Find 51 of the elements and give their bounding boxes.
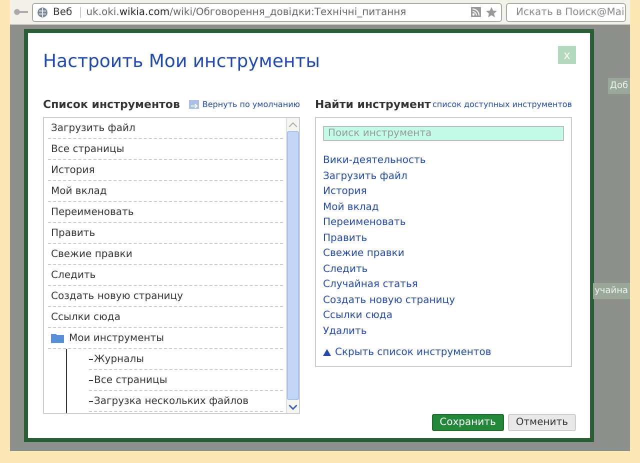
search-placeholder: Искать в Поиск@Mai	[516, 6, 624, 18]
reset-link[interactable]: Вернуть по умолчанию	[189, 100, 300, 109]
tool-item[interactable]: Следить	[48, 265, 283, 286]
scroll-up-icon[interactable]	[289, 122, 297, 126]
tool-link[interactable]: Случайная статья	[323, 277, 418, 292]
cancel-button[interactable]: Отменить	[508, 414, 576, 431]
tool-link[interactable]: Свежие правки	[323, 246, 404, 262]
scrollbar[interactable]	[286, 118, 299, 413]
section-heading: Найти инструмент	[315, 98, 431, 111]
tool-link[interactable]: Загрузить файл	[323, 168, 408, 184]
tool-link[interactable]: Следить	[323, 262, 368, 277]
folder-icon	[51, 333, 64, 343]
scroll-down-icon[interactable]	[289, 404, 297, 410]
tool-link[interactable]: Править	[323, 230, 368, 246]
key-icon[interactable]	[14, 8, 28, 16]
url-text: uk.oki.wikia.com/wiki/Обговорення_довідки:Технічні_питання	[86, 6, 408, 18]
mode-label: Веб	[53, 6, 82, 18]
tool-link[interactable]: Создать новую страницу	[323, 292, 455, 308]
reset-icon	[189, 100, 200, 109]
section-heading: Список инструментов	[43, 98, 180, 111]
tool-link[interactable]: Переименовать	[323, 215, 406, 230]
globe-icon	[37, 6, 48, 18]
triangle-icon	[323, 349, 331, 356]
tool-link[interactable]: Удалить	[323, 324, 367, 339]
rss-icon[interactable]	[471, 7, 481, 17]
tool-item[interactable]: Журналы	[89, 349, 283, 370]
folder-item[interactable]: Мои инструменты	[48, 328, 283, 349]
tool-item[interactable]: Свежие правки	[48, 244, 283, 265]
folder-label: Мои инструменты	[69, 332, 164, 344]
list-link[interactable]: список доступных инструментов	[432, 100, 572, 109]
tool-link[interactable]: Вики-деятельность	[323, 153, 426, 168]
dialog-title: Настроить Мои инструменты	[43, 51, 320, 72]
tool-link[interactable]: Мой вклад	[323, 200, 379, 215]
tool-item[interactable]: История	[48, 160, 283, 181]
tool-item[interactable]: Все страницы	[89, 370, 283, 391]
address-bar[interactable]: Веб uk.oki.wikia.com/wiki/Обговорення_довідки:Технічні_питання	[32, 2, 502, 22]
tool-item[interactable]: Загрузить файл	[48, 118, 283, 139]
star-icon[interactable]	[486, 6, 497, 18]
search-field[interactable]: Поиск инструмента	[323, 126, 564, 141]
tool-item[interactable]: Мой вклад	[48, 181, 283, 202]
search-field[interactable]: Искать в Поиск@Mai	[506, 2, 626, 22]
tool-item[interactable]: Все страницы	[48, 139, 283, 160]
tool-link[interactable]: История	[323, 184, 367, 200]
toggle-link[interactable]: Скрыть список инструментов	[323, 347, 492, 358]
tool-link[interactable]: Ссылки сюда	[323, 308, 392, 324]
tool-item[interactable]: Ссылки сюда	[48, 307, 283, 328]
tool-item[interactable]: Создать новую страницу	[48, 286, 283, 307]
tool-item[interactable]: Править	[48, 223, 283, 244]
save-button[interactable]: Сохранить	[432, 414, 504, 431]
tool-item[interactable]: Загрузка нескольких файлов	[89, 391, 283, 412]
tool-item[interactable]: Переименовать	[48, 202, 283, 223]
